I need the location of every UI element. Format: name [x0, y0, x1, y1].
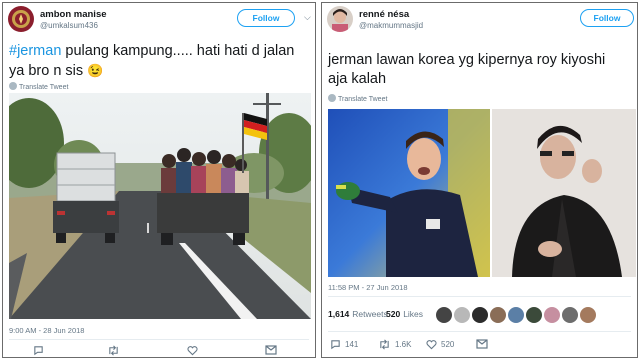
translate-tweet-link[interactable]: Translate Tweet: [328, 94, 387, 103]
user-handle[interactable]: @makmummasjid: [359, 21, 423, 30]
tweet-card-left: ambon manise @umkalsum436 Follow ⌵ #jerm…: [2, 2, 316, 358]
hashtag-link[interactable]: #jerman: [9, 43, 61, 59]
user-handle[interactable]: @umkalsum436: [40, 21, 98, 30]
globe-icon: [328, 94, 336, 102]
likes-stat[interactable]: 520 Likes: [386, 309, 423, 319]
wink-emoji-icon: 😉: [87, 63, 104, 78]
globe-icon: [9, 82, 17, 90]
reply-button[interactable]: [33, 345, 44, 356]
liker-avatar[interactable]: [454, 307, 470, 323]
liker-avatar[interactable]: [580, 307, 596, 323]
liker-avatar[interactable]: [490, 307, 506, 323]
avatar[interactable]: [327, 6, 353, 32]
divider: [328, 296, 631, 297]
reply-button[interactable]: 141: [330, 339, 358, 350]
liker-avatar[interactable]: [544, 307, 560, 323]
tweet-photo-man[interactable]: [492, 109, 636, 277]
liker-avatar[interactable]: [562, 307, 578, 323]
tweet-text: #jerman pulang kampung..... hati hati d …: [9, 42, 313, 81]
likes-count: 520: [386, 309, 401, 319]
like-count: 520: [441, 340, 455, 349]
follow-button[interactable]: Follow: [580, 9, 634, 27]
avatar-image: [8, 6, 34, 32]
like-button[interactable]: 520: [426, 339, 454, 350]
liker-avatar[interactable]: [436, 307, 452, 323]
tweet-text: jerman lawan korea yg kipernya roy kiyos…: [328, 51, 634, 89]
retweets-count: 1,614: [328, 309, 350, 319]
retweet-count: 1.6K: [395, 340, 412, 349]
retweets-stat[interactable]: 1,614 Retweets: [328, 309, 388, 319]
reply-icon: [331, 340, 340, 350]
tweet-photo[interactable]: [9, 93, 311, 319]
retweet-button[interactable]: 1.6K: [378, 339, 411, 350]
tweet-text-line1: jerman lawan korea yg kipernya roy kiyos…: [328, 52, 606, 68]
avatar[interactable]: [8, 6, 34, 32]
mail-icon: [265, 345, 277, 355]
tweet-actions: [9, 345, 309, 357]
retweet-icon: [109, 345, 118, 356]
display-name[interactable]: renné nésa: [359, 9, 409, 20]
heart-icon: [187, 346, 198, 356]
heart-icon: [426, 340, 437, 350]
display-name[interactable]: ambon manise: [40, 9, 107, 20]
divider: [9, 339, 309, 340]
translate-label: Translate Tweet: [19, 84, 69, 91]
liker-avatar[interactable]: [472, 307, 488, 323]
like-button[interactable]: [187, 345, 198, 356]
translate-label: Translate Tweet: [338, 96, 388, 103]
avatar-image: [327, 6, 353, 32]
liker-avatar[interactable]: [526, 307, 542, 323]
retweet-button[interactable]: [107, 345, 120, 356]
translate-tweet-link[interactable]: Translate Tweet: [9, 82, 68, 91]
tweet-text-line2: aja kalah: [328, 71, 387, 87]
tweet-photo-goalkeeper[interactable]: [328, 109, 490, 277]
liker-avatar[interactable]: [508, 307, 524, 323]
message-button[interactable]: [265, 345, 277, 355]
message-button[interactable]: [476, 339, 488, 349]
tweet-timestamp[interactable]: 9:00 AM - 28 Jun 2018: [9, 326, 84, 335]
reply-count: 141: [345, 340, 359, 349]
tweet-header: ambon manise @umkalsum436 Follow ⌵: [8, 6, 311, 38]
tweet-text-line2: ya bro n sis: [9, 63, 84, 79]
tweet-header: renné nésa @makmummasjid Follow: [327, 6, 634, 38]
follow-button[interactable]: Follow: [237, 9, 295, 27]
tweet-card-right: renné nésa @makmummasjid Follow jerman l…: [321, 2, 638, 358]
tweet-text-line1: pulang kampung..... hati hati d jalan: [61, 43, 295, 59]
reply-icon: [34, 346, 43, 356]
retweet-icon: [380, 339, 389, 350]
retweets-label: Retweets: [352, 309, 388, 319]
divider: [328, 331, 631, 332]
tweet-timestamp[interactable]: 11:58 PM - 27 Jun 2018: [328, 283, 408, 292]
tweet-actions: 141 1.6K 520: [328, 339, 631, 353]
liker-avatars: [436, 307, 596, 323]
mail-icon: [476, 339, 488, 349]
chevron-down-icon[interactable]: ⌵: [304, 12, 311, 23]
likes-label: Likes: [403, 309, 424, 319]
